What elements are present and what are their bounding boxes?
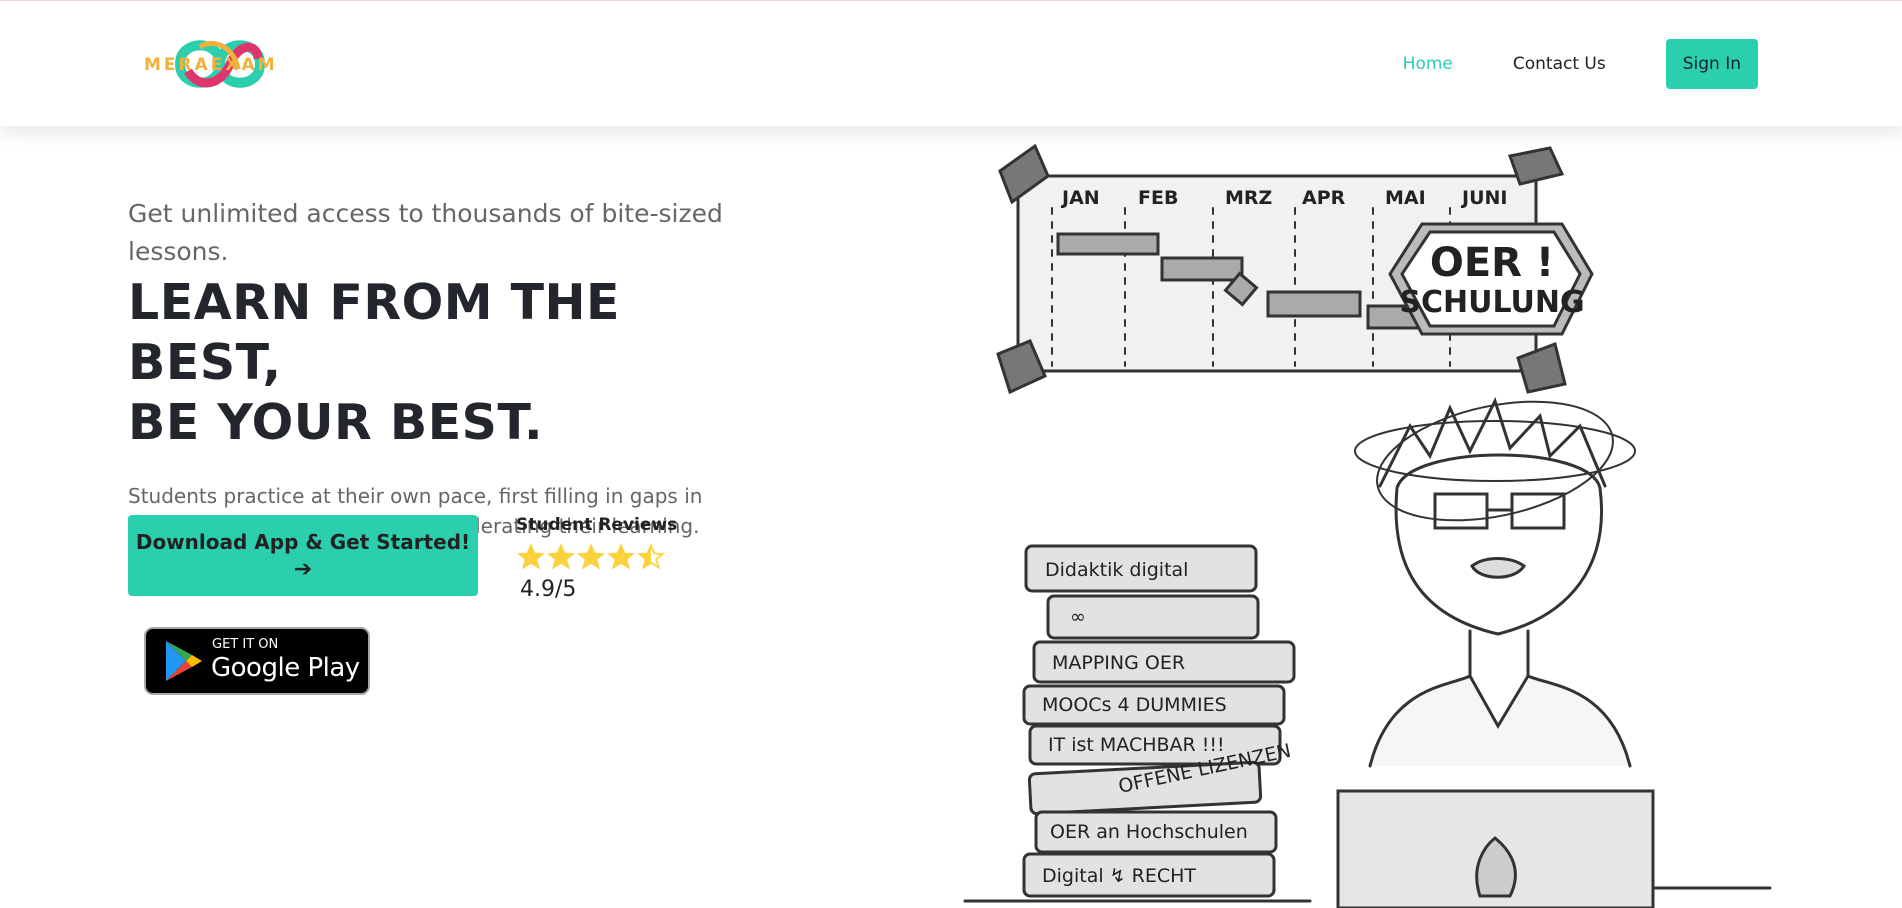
download-app-label: Download App & Get Started! [135, 529, 471, 554]
star-full-icon [517, 543, 545, 570]
hero-tagline: Get unlimited access to thousands of bit… [128, 199, 723, 266]
star-full-icon [577, 543, 605, 570]
google-play-badge[interactable]: GET IT ON Google Play [144, 627, 370, 695]
rating-value: 4.9/5 [520, 577, 577, 602]
star-half-icon [637, 543, 665, 570]
reviews-title: Student Reviews [516, 515, 678, 535]
month-label: APR [1302, 187, 1346, 209]
star-full-icon [607, 543, 635, 570]
sign-subtitle: SCHULUNG [1399, 285, 1584, 320]
nav-home-link[interactable]: Home [1403, 54, 1453, 74]
headline-line-2: BE YOUR BEST. [128, 394, 544, 451]
student-reviews: Student Reviews 4.9/5 [516, 515, 677, 602]
google-play-text: Google Play [211, 653, 360, 683]
google-play-small-text: GET IT ON [212, 637, 279, 652]
hero-section: Get unlimited access to thousands of bit… [128, 195, 748, 541]
sign-in-button[interactable]: Sign In [1665, 39, 1758, 89]
headline-line-1: LEARN FROM THE BEST, [128, 274, 620, 391]
main-nav: Home Contact Us Sign In [1403, 39, 1758, 89]
month-label: MRZ [1225, 187, 1272, 209]
book-title: OER an Hochschulen [1050, 821, 1248, 843]
logo-text: MERAEXAM [144, 55, 278, 75]
google-play-icon [166, 641, 202, 681]
nav-contact-link[interactable]: Contact Us [1513, 54, 1606, 74]
book-title: Didaktik digital [1045, 559, 1188, 581]
month-label: FEB [1138, 187, 1178, 209]
book-title: MAPPING OER [1052, 652, 1185, 674]
star-full-icon [547, 543, 575, 570]
hero-headline: LEARN FROM THE BEST, BE YOUR BEST. [128, 273, 748, 453]
brand-logo[interactable]: MERAEXAM [140, 29, 300, 99]
top-navbar: MERAEXAM Home Contact Us Sign In [0, 0, 1902, 126]
stressed-learner-sketch: JAN FEB MRZ APR MAI JUNI OER ! SCHULUNG Didak… [963, 143, 1772, 908]
download-app-button[interactable]: Download App & Get Started! ➔ [128, 515, 478, 596]
sign-title: OER ! [1430, 240, 1554, 286]
month-label: JUNI [1460, 187, 1507, 209]
hero-illustration: JAN FEB MRZ APR MAI JUNI OER ! SCHULUNG Didak… [950, 126, 1902, 908]
book-title: Digital ↯ RECHT [1042, 865, 1196, 887]
book-title: IT ist MACHBAR !!! [1048, 734, 1225, 756]
star-rating [516, 543, 677, 571]
book-title: MOOCs 4 DUMMIES [1042, 694, 1227, 716]
month-label: JAN [1060, 187, 1100, 209]
book-title: ∞ [1070, 606, 1086, 628]
arrow-right-icon: ➔ [293, 555, 313, 581]
month-label: MAI [1385, 187, 1426, 209]
